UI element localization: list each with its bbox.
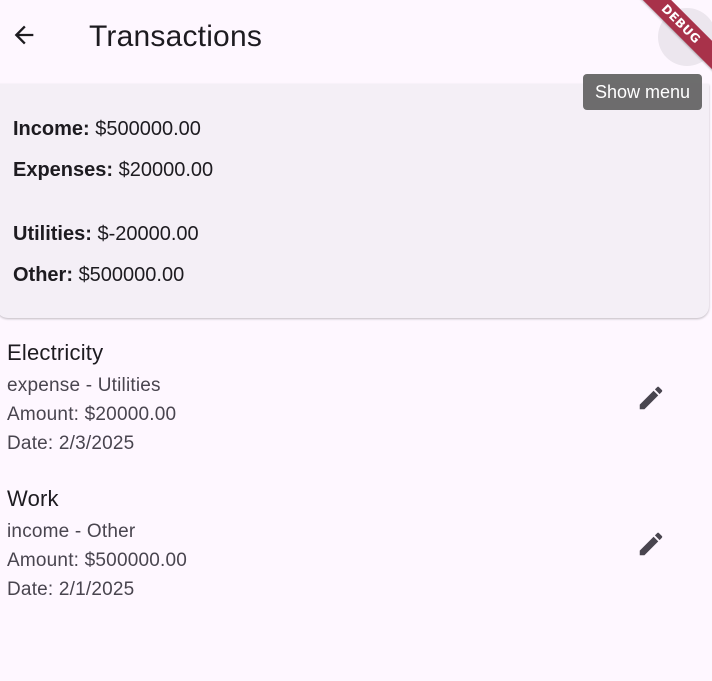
income-value: $500000.00 <box>95 118 201 140</box>
other-label: Other: <box>13 264 73 286</box>
arrow-back-icon <box>14 25 34 45</box>
page-title: Transactions <box>89 20 263 53</box>
utilities-label: Utilities: <box>13 223 92 245</box>
transaction-item[interactable]: Work income - Other Amount: $500000.00 D… <box>0 485 712 625</box>
expenses-label: Expenses: <box>13 159 114 181</box>
utilities-summary: Utilities: $-20000.00 <box>13 221 199 247</box>
transaction-amount: Amount: $20000.00 <box>7 404 177 425</box>
app-root: Transactions DEBUG Income: $500000.00 Ex… <box>0 0 712 681</box>
edit-transaction-button[interactable] <box>628 375 674 421</box>
expenses-value: $20000.00 <box>118 159 214 181</box>
transaction-item[interactable]: Electricity expense - Utilities Amount: … <box>0 339 712 479</box>
transaction-name: Electricity <box>7 340 104 365</box>
back-button[interactable] <box>4 15 44 55</box>
other-value: $500000.00 <box>78 264 185 286</box>
transaction-date: Date: 2/3/2025 <box>7 433 135 454</box>
transaction-type-category: expense - Utilities <box>7 375 161 396</box>
income-label: Income: <box>13 118 90 140</box>
show-menu-tooltip: Show menu <box>583 74 703 110</box>
income-summary: Income: $500000.00 <box>13 116 201 142</box>
transaction-type-category: income - Other <box>7 521 136 542</box>
transaction-amount: Amount: $500000.00 <box>7 550 188 571</box>
expenses-summary: Expenses: $20000.00 <box>13 157 213 183</box>
app-bar: Transactions <box>0 0 712 76</box>
edit-icon <box>639 386 663 410</box>
transaction-date: Date: 2/1/2025 <box>7 579 135 600</box>
other-summary: Other: $500000.00 <box>13 262 184 288</box>
summary-card: Income: $500000.00 Expenses: $20000.00 U… <box>0 84 709 318</box>
transaction-name: Work <box>7 486 59 511</box>
edit-icon <box>639 532 663 556</box>
utilities-value: $-20000.00 <box>97 223 199 245</box>
edit-transaction-button[interactable] <box>628 521 674 567</box>
